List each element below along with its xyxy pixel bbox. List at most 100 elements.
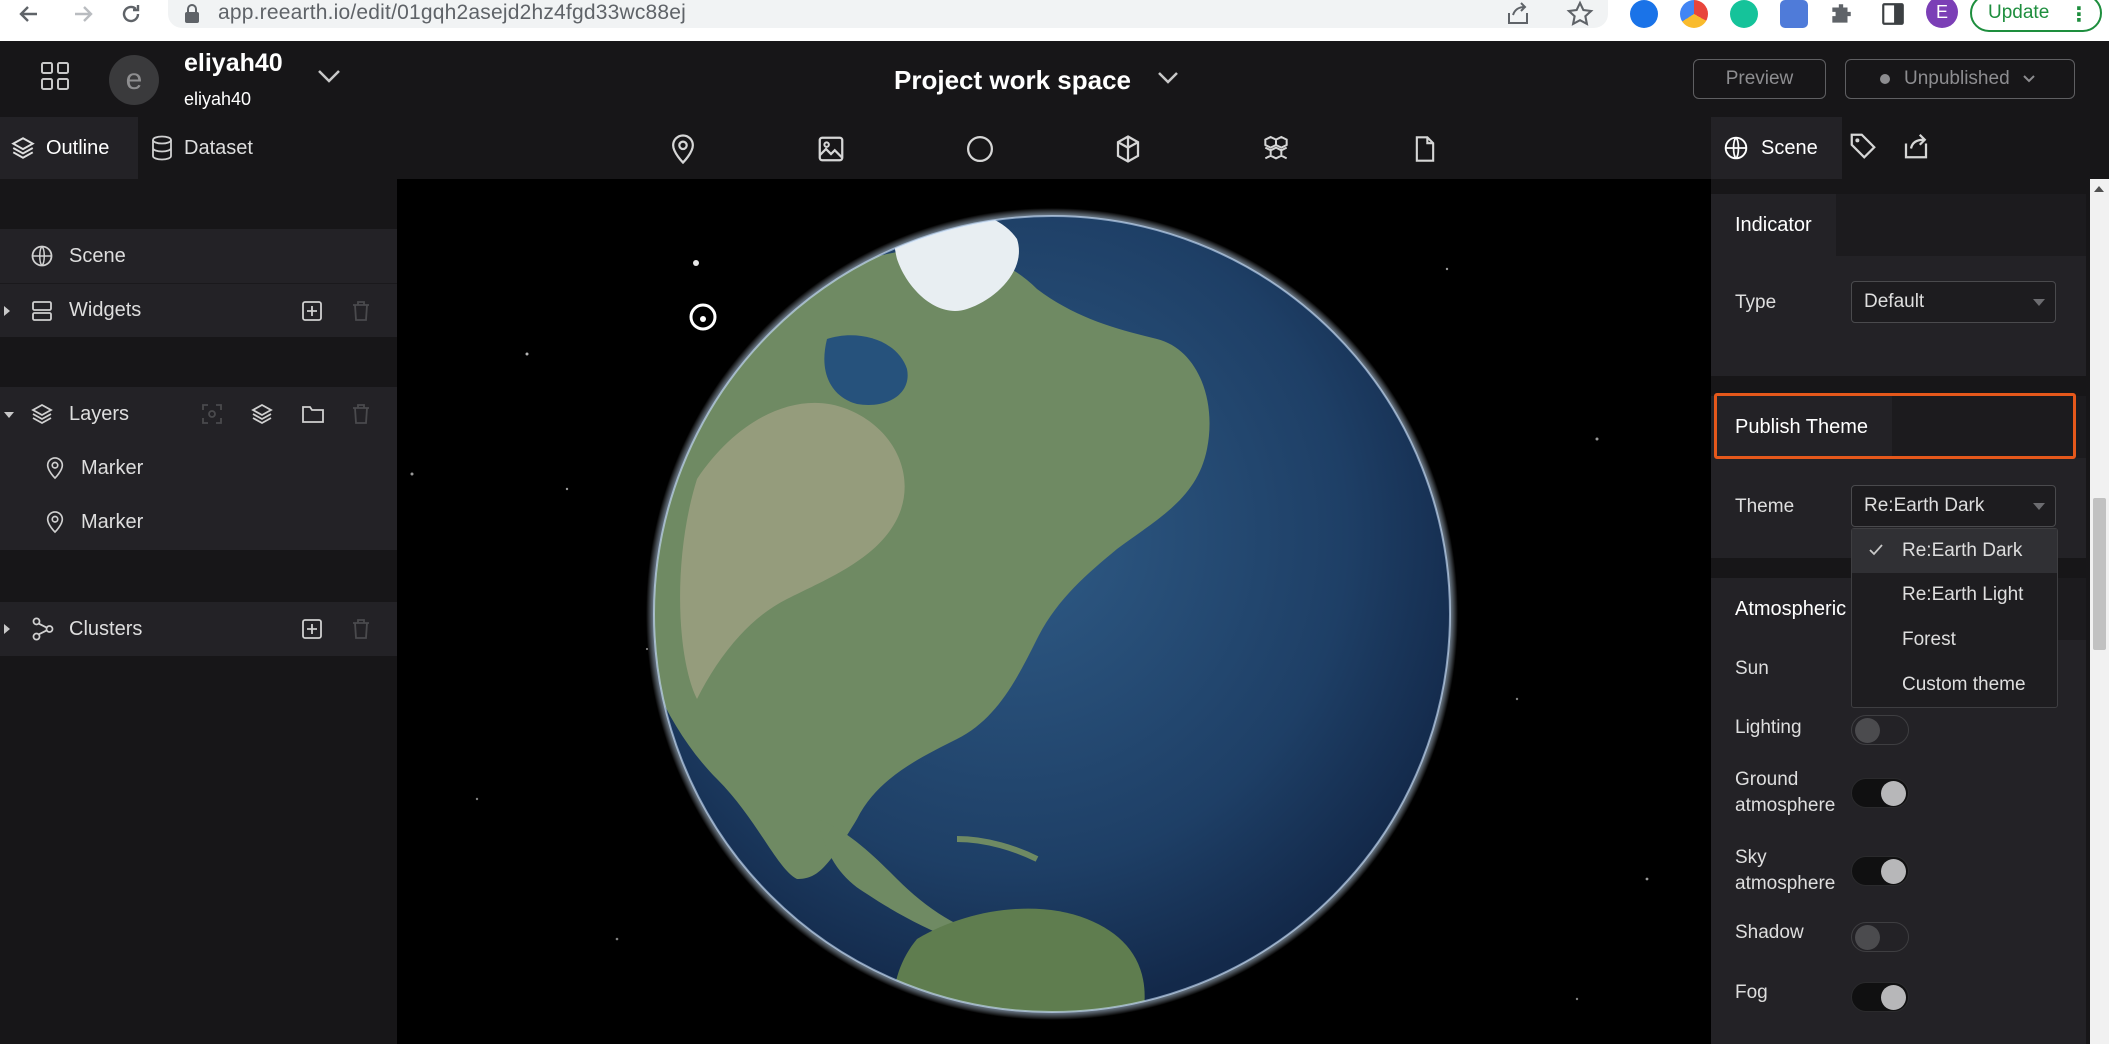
preview-button[interactable]: Preview [1693,59,1826,99]
focus-icon[interactable] [200,402,224,426]
extension-video-icon[interactable] [1630,0,1658,28]
tag-icon[interactable] [1848,131,1878,161]
trash-icon[interactable] [350,299,372,323]
globe-canvas[interactable] [397,179,1711,1044]
extensions-puzzle-icon[interactable] [1828,1,1854,27]
theme-option-label: Re:Earth Light [1902,584,2024,605]
tab-scene-label: Scene [1761,136,1818,159]
outline-widgets-row[interactable]: Widgets [0,283,397,337]
theme-option[interactable]: Re:Earth Light [1852,573,2057,617]
chevron-down-icon[interactable] [1156,69,1180,87]
sky-atmosphere-toggle[interactable] [1851,856,1909,886]
trash-icon[interactable] [350,617,372,641]
expand-caret-icon[interactable] [4,306,10,316]
toggle-knob [1855,925,1880,950]
map-pin-icon [46,457,64,480]
marker-indicator-icon[interactable] [689,303,717,331]
toggle-knob [1881,781,1906,806]
indicator-type-select[interactable]: Default [1851,281,2056,323]
reload-button[interactable] [114,0,148,28]
layer-item[interactable]: Marker [0,441,397,495]
trash-icon[interactable] [350,402,372,426]
scroll-up-arrow-icon[interactable] [2094,186,2104,192]
theme-option[interactable]: Forest [1852,618,2057,662]
workspace-name: eliyah40 [184,49,283,77]
tab-outline[interactable]: Outline [0,117,138,179]
arrow-right-icon [75,6,93,22]
globe-icon [31,245,53,267]
project-title: Project work space [894,65,1131,95]
publish-status-label: Unpublished [1904,68,2010,89]
extension-note-icon[interactable] [1780,0,1808,28]
theme-select[interactable]: Re:Earth Dark [1851,485,2056,527]
extension-grammarly-icon[interactable] [1730,0,1758,28]
profile-avatar[interactable]: E [1926,0,1958,28]
outline-scene-row[interactable]: Scene [0,229,397,283]
tab-dataset[interactable]: Dataset [150,117,300,179]
add-box-button[interactable] [1111,132,1145,166]
add-marker-button[interactable] [666,132,700,166]
collapse-caret-icon[interactable] [4,412,14,418]
map-viewport[interactable] [397,179,1711,1044]
bookmark-star-icon[interactable] [1566,0,1594,28]
outline-scene-label: Scene [69,244,126,267]
add-folder-icon[interactable] [300,402,326,426]
ground-atmosphere-toggle[interactable] [1851,778,1909,808]
indicator-section-body: Type Default [1711,256,2086,376]
lighting-toggle[interactable] [1851,715,1909,745]
outline-widgets-label: Widgets [69,299,142,321]
browser-toolbar: app.reearth.io/edit/01gqh2asejd2hz4fgd33… [0,0,2109,41]
theme-dropdown-menu: Re:Earth Dark Re:Earth Light Forest Cust… [1851,528,2058,708]
layer-item-label: Marker [81,510,144,533]
shadow-toggle[interactable] [1851,922,1909,952]
more-vert-icon: ⋮ [2069,4,2089,26]
database-icon [152,135,172,161]
outline-clusters-label: Clusters [69,617,143,640]
share-icon[interactable] [1505,1,1531,27]
tab-scene[interactable]: Scene [1711,117,1842,179]
publish-icon[interactable] [1901,131,1931,161]
chevron-down-icon[interactable] [316,67,342,85]
scrollbar-thumb[interactable] [2093,498,2106,650]
add-square-icon[interactable] [300,299,324,323]
toggle-knob [1881,985,1906,1010]
tab-dataset-label: Dataset [184,136,253,159]
theme-option-label: Re:Earth Dark [1902,540,2023,561]
widget-icon [32,300,52,321]
add-layer-icon[interactable] [250,402,274,426]
dashboard-grid-icon[interactable] [40,61,70,91]
file-icon [1415,136,1435,162]
layer-item[interactable]: Marker [0,495,397,549]
outline-layers-row[interactable]: Layers [0,387,397,441]
fog-label: Fog [1735,982,1768,1003]
indicator-type-value: Default [1864,291,1925,312]
add-image-button[interactable] [814,132,848,166]
cube-3d-icon [1264,135,1288,160]
dropdown-arrow-icon [2033,299,2045,306]
toggle-knob [1855,718,1880,743]
indicator-type-label: Type [1735,292,1777,313]
back-button[interactable] [12,0,46,28]
add-3d-model-button[interactable] [1259,132,1293,166]
outline-clusters-row[interactable]: Clusters [0,602,397,656]
update-button[interactable]: Update ⋮ [1970,0,2102,32]
add-circle-button[interactable] [963,132,997,166]
theme-option[interactable]: Re:Earth Dark [1852,529,2057,573]
fog-toggle[interactable] [1851,982,1909,1012]
publish-status-button[interactable]: Unpublished [1845,59,2075,99]
ground-atmosphere-label-line2: atmosphere [1735,795,1836,816]
add-square-icon[interactable] [300,617,324,641]
theme-option[interactable]: Custom theme [1852,663,2057,707]
add-file-button[interactable] [1408,132,1442,166]
address-bar[interactable]: app.reearth.io/edit/01gqh2asejd2hz4fgd33… [168,0,1608,28]
shadow-label: Shadow [1735,922,1804,943]
expand-caret-icon[interactable] [4,624,10,634]
ground-atmosphere-label-line1: Ground [1735,769,1799,790]
outline-layers-label: Layers [69,402,130,425]
user-avatar[interactable]: e [109,55,159,105]
side-panel-icon[interactable] [1880,1,1906,27]
forward-button[interactable] [66,0,100,28]
extension-color-icon[interactable] [1680,0,1708,28]
indicator-section-header: Indicator [1711,194,2086,256]
theme-label: Theme [1735,496,1795,517]
